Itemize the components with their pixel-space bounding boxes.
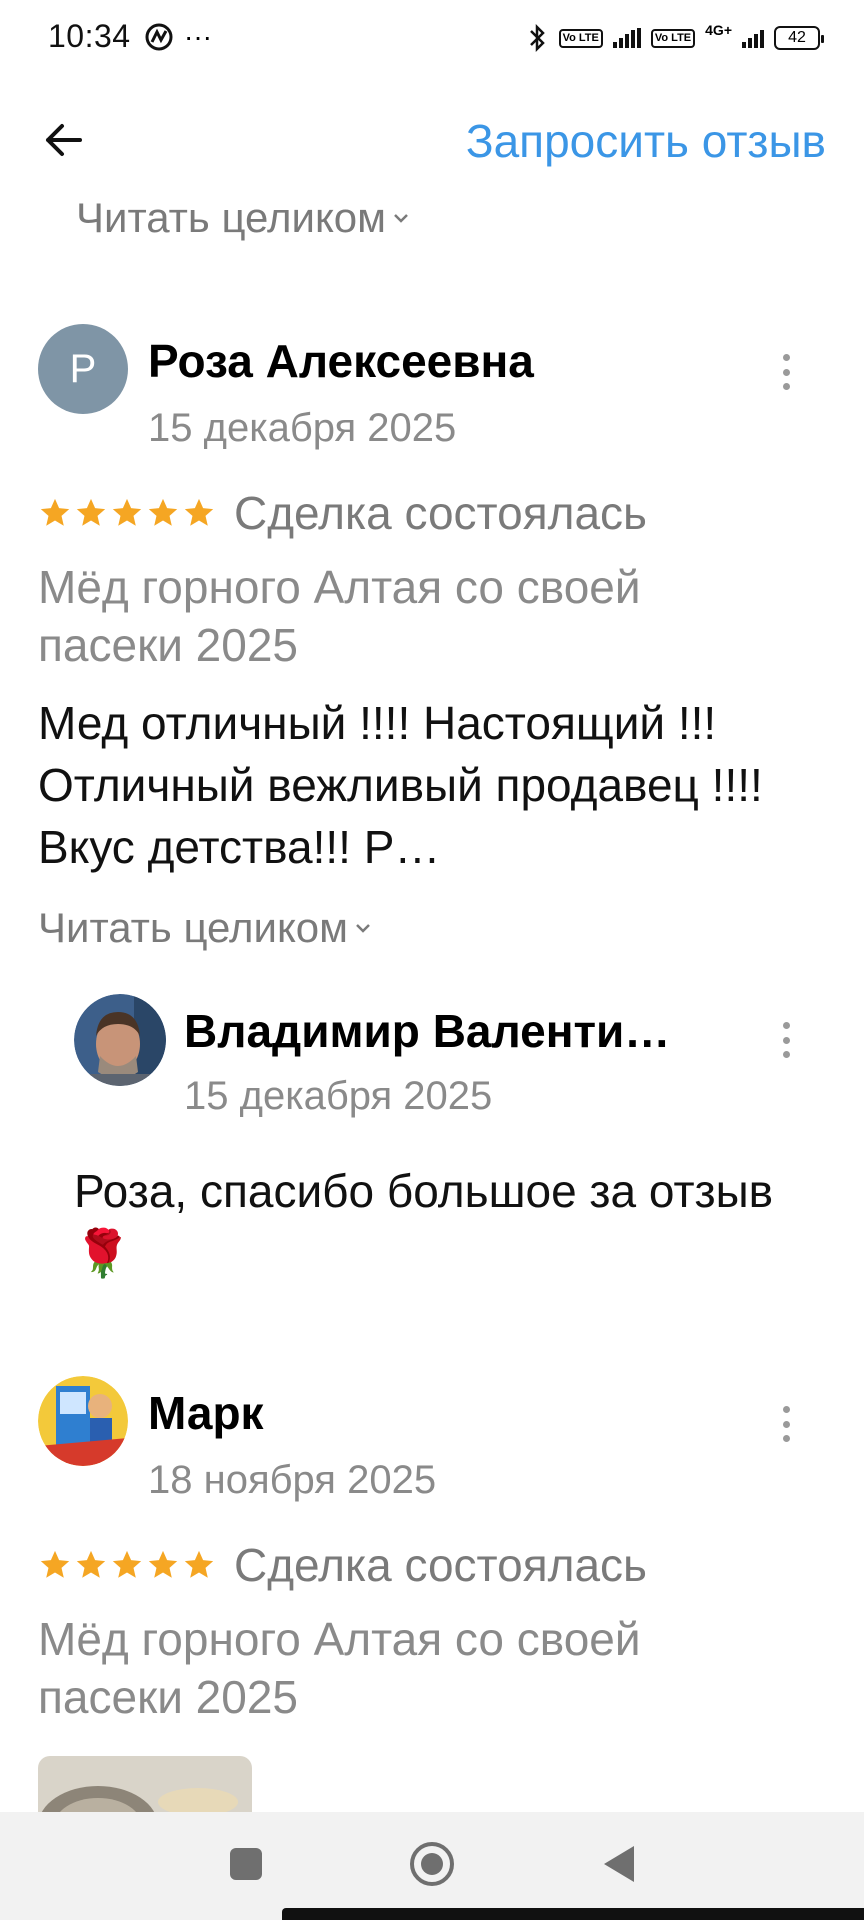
- avatar[interactable]: [38, 1376, 128, 1466]
- rating-row: Сделка состоялась: [38, 486, 647, 540]
- reply-more-options-icon[interactable]: [780, 1022, 792, 1058]
- review-author[interactable]: Роза Алексеевна: [148, 334, 748, 388]
- review-date: 18 ноября 2025: [148, 1458, 437, 1502]
- volte-icon-2: Vo LTE: [650, 28, 696, 48]
- network-type-label: 4G+: [705, 22, 732, 38]
- home-button-icon[interactable]: [408, 1840, 456, 1888]
- back-button-icon[interactable]: [602, 1844, 636, 1884]
- seller-name[interactable]: Владимир Валенти…: [184, 1004, 744, 1058]
- star-icon: [184, 1550, 214, 1578]
- bluetooth-icon: [529, 23, 545, 53]
- battery-icon: 42: [774, 26, 824, 50]
- request-review-link[interactable]: Запросить отзыв: [466, 114, 826, 168]
- avatar[interactable]: Р: [38, 324, 128, 414]
- deal-status: Сделка состоялась: [234, 1539, 647, 1591]
- volte-icon-1: Vo LTE: [558, 28, 603, 48]
- review-author[interactable]: Марк: [148, 1386, 748, 1440]
- read-full-label: Читать целиком: [38, 904, 349, 951]
- star-icon: [40, 498, 70, 526]
- review-product[interactable]: Мёд горного Алтая со своей пасеки 2025: [38, 558, 798, 674]
- status-time: 10:34: [48, 18, 131, 54]
- battery-level: 42: [788, 29, 806, 46]
- read-full-link-top[interactable]: Читать целиком: [76, 194, 410, 242]
- star-icon: [148, 1550, 178, 1578]
- review-date: 15 декабря 2025: [148, 406, 457, 450]
- more-notifications-icon: ···: [184, 21, 212, 52]
- signal-icon-2: [742, 28, 764, 48]
- back-arrow-icon[interactable]: [40, 116, 88, 164]
- star-icon: [184, 498, 214, 526]
- star-icon: [112, 1550, 142, 1578]
- read-full-link[interactable]: Читать целиком: [38, 904, 372, 952]
- star-icon: [112, 498, 142, 526]
- reply-text: Роза, спасибо большое за отзыв 🌹: [74, 1165, 774, 1279]
- rating-row: Сделка состоялась: [38, 1538, 647, 1592]
- star-icon: [76, 498, 106, 526]
- chevron-down-icon: [356, 924, 370, 933]
- status-left-icons: ···: [144, 22, 212, 52]
- review-product[interactable]: Мёд горного Алтая со своей пасеки 2025: [38, 1610, 798, 1726]
- gesture-indicator: [282, 1908, 864, 1920]
- recents-button[interactable]: [230, 1848, 262, 1880]
- star-icon: [40, 1550, 70, 1578]
- app-notification-icon: [145, 23, 173, 51]
- star-icon: [148, 498, 178, 526]
- signal-icon-1: [612, 28, 641, 48]
- star-rating: [38, 1548, 216, 1582]
- read-full-label: Читать целиком: [76, 194, 387, 241]
- seller-avatar[interactable]: [74, 994, 166, 1086]
- chevron-down-icon: [394, 214, 408, 223]
- star-icon: [76, 1550, 106, 1578]
- more-options-icon[interactable]: [780, 1406, 792, 1442]
- status-right-icons: Vo LTE Vo LTE 4G+ 42: [525, 22, 824, 54]
- review-text: Мед отличный !!!! Настоящий !!! Отличный…: [38, 697, 763, 873]
- more-options-icon[interactable]: [780, 354, 792, 390]
- reply-date: 15 декабря 2025: [184, 1074, 493, 1118]
- star-rating: [38, 496, 216, 530]
- deal-status: Сделка состоялась: [234, 487, 647, 539]
- avatar-letter: Р: [69, 346, 97, 391]
